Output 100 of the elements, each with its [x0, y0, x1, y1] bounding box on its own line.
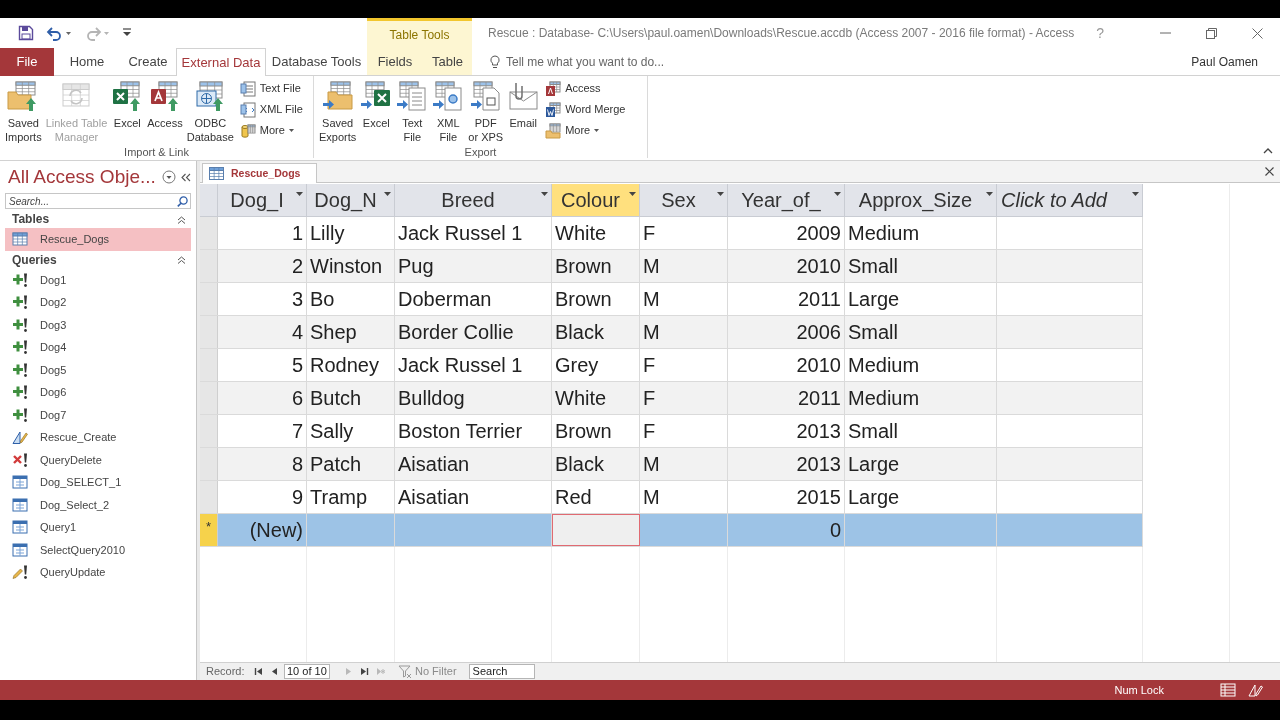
folder-export-icon	[321, 80, 354, 112]
table-cell: Boston Terrier	[395, 415, 552, 447]
ribbon-button[interactable]: Email	[505, 76, 542, 144]
circled-caret-icon	[162, 170, 176, 184]
navigation-item[interactable]: Dog2	[5, 291, 191, 314]
column-header[interactable]: Approx_Size	[845, 184, 997, 216]
tell-me-field[interactable]: Tell me what you want to do...	[506, 52, 696, 71]
record-number-field[interactable]: 10 of 10	[284, 664, 330, 679]
focused-cell[interactable]	[552, 514, 640, 546]
table-cell: 2010	[728, 349, 845, 381]
plus-exclamation-icon	[12, 339, 28, 356]
table-cell: 3	[218, 283, 307, 315]
group-header[interactable]: Tables	[0, 210, 196, 228]
design-view-button[interactable]	[1248, 683, 1264, 697]
table-cell: Aisatian	[395, 481, 552, 513]
undo-icon	[46, 25, 72, 41]
ribbon-tab[interactable]: External Data	[176, 48, 266, 76]
ribbon-button[interactable]: More	[543, 120, 628, 141]
table-cell: Rodney	[307, 349, 395, 381]
ribbon-button[interactable]: Saved Imports	[3, 76, 44, 144]
table-cell: M	[640, 316, 728, 348]
dropdown-arrow-icon	[717, 192, 724, 196]
column-header[interactable]: Dog_I	[218, 184, 307, 216]
navigation-item[interactable]: Dog1	[5, 268, 191, 291]
navigation-item[interactable]: Rescue_Create	[5, 426, 191, 449]
table-cell: Medium	[845, 349, 997, 381]
ribbon-button[interactable]: Access	[543, 78, 628, 99]
skip-start-icon	[253, 667, 263, 676]
text-document-icon	[239, 80, 256, 97]
navigation-item[interactable]: Dog_SELECT_1	[5, 471, 191, 494]
table-cell: Bulldog	[395, 382, 552, 414]
table-icon	[209, 167, 224, 180]
ribbon-button[interactable]: Access	[145, 76, 185, 144]
table-cell: Grey	[552, 349, 640, 381]
ribbon-button[interactable]: Word Merge	[543, 99, 628, 120]
column-header[interactable]: Sex	[640, 184, 728, 216]
ruler-pencil-icon	[1248, 683, 1264, 697]
ribbon-button[interactable]: XML File	[237, 99, 305, 120]
navigation-item[interactable]: Rescue_Dogs	[5, 228, 191, 251]
shutter-button[interactable]	[181, 172, 191, 182]
column-header[interactable]: Colour	[552, 184, 640, 216]
navigation-item[interactable]: Dog7	[5, 403, 191, 426]
ribbon-button[interactable]: Text File	[394, 76, 431, 144]
column-header[interactable]: Year_of_	[728, 184, 845, 216]
database-icon	[239, 122, 256, 139]
ribbon-button[interactable]: Excel	[358, 76, 395, 144]
navigation-item[interactable]: Dog4	[5, 336, 191, 359]
navigation-item[interactable]: QueryUpdate	[5, 561, 191, 584]
table-cell: Small	[845, 415, 997, 447]
datasheet-view-button[interactable]	[1220, 683, 1236, 697]
group-header[interactable]: Queries	[0, 250, 196, 269]
table-cell: M	[640, 481, 728, 513]
dropdown-caret-icon	[594, 129, 600, 132]
collapse-ribbon-button[interactable]	[1262, 146, 1274, 156]
datasheet-icon	[12, 496, 28, 513]
ribbon-tab[interactable]: Fields	[367, 48, 423, 76]
navigation-menu-button[interactable]	[162, 170, 176, 184]
group-label: Export	[464, 145, 497, 160]
save-button[interactable]	[18, 25, 34, 41]
table-cell: White	[552, 382, 640, 414]
table-cell: 2011	[728, 382, 845, 414]
ribbon-tab[interactable]: File	[0, 48, 54, 76]
datasheet-icon	[12, 519, 28, 536]
ribbon-button[interactable]: Excel	[109, 76, 146, 144]
column-header[interactable]: Breed	[395, 184, 552, 216]
ribbon-button[interactable]: Saved Exports	[317, 76, 359, 144]
ribbon-button[interactable]: PDF or XPS	[466, 76, 506, 144]
dropdown-caret-icon	[288, 129, 294, 132]
navigation-item[interactable]: Dog3	[5, 313, 191, 336]
navigation-item[interactable]: Query1	[5, 516, 191, 539]
table-cell: Sally	[307, 415, 395, 447]
table-cell: Medium	[845, 217, 997, 249]
navigation-item[interactable]: SelectQuery2010	[5, 538, 191, 561]
user-name[interactable]: Paul Oamen	[1191, 52, 1258, 71]
ribbon-button[interactable]: More	[237, 120, 305, 141]
navigation-item[interactable]: Dog5	[5, 358, 191, 381]
ribbon-button[interactable]: Text File	[237, 78, 305, 99]
navigation-item[interactable]: QueryDelete	[5, 448, 191, 471]
navigation-item[interactable]: Dog_Select_2	[5, 493, 191, 516]
triangle-left-icon	[269, 667, 279, 676]
table-cell: Butch	[307, 382, 395, 414]
navigation-item[interactable]: Dog6	[5, 381, 191, 404]
table-cell: 2013	[728, 448, 845, 480]
double-chevron-left-icon	[181, 172, 191, 182]
dropdown-arrow-icon	[834, 192, 841, 196]
ribbon-button[interactable]: XML File	[430, 76, 467, 144]
lightbulb-icon	[490, 54, 500, 69]
column-header[interactable]: Dog_N	[307, 184, 395, 216]
ribbon-tab[interactable]: Table	[423, 48, 472, 76]
table-cell: M	[640, 283, 728, 315]
column-header[interactable]: Click to Add	[997, 184, 1143, 216]
undo-button[interactable]	[46, 25, 72, 41]
ribbon-button[interactable]: ODBC Database	[184, 76, 236, 144]
table-cell: Large	[845, 448, 997, 480]
document-tab[interactable]: Rescue_Dogs	[202, 163, 318, 183]
close-document-button[interactable]	[1265, 167, 1274, 176]
page-export-icon	[469, 80, 502, 112]
record-search-field[interactable]: Search	[468, 664, 535, 679]
record-selector[interactable]: *	[200, 514, 218, 546]
table-icon	[12, 231, 28, 248]
